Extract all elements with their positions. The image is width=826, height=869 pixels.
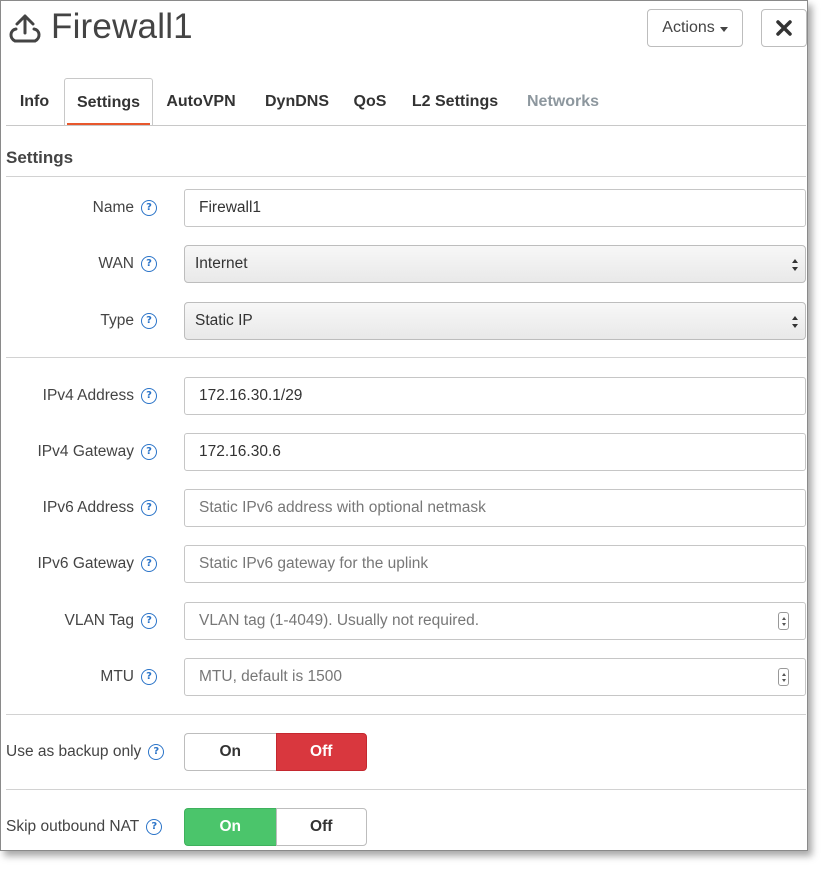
skip-nat-toggle: On Off [184, 808, 367, 846]
spinner-down-icon [781, 622, 786, 626]
ipv4-gateway-label-text: IPv4 Gateway [37, 443, 135, 460]
dialog-header: Firewall1 Actions [1, 1, 807, 63]
type-select[interactable]: Static IP [184, 302, 806, 340]
mtu-input[interactable]: MTU, default is 1500 [184, 658, 806, 696]
help-icon[interactable]: ? [141, 669, 157, 685]
ipv6-gateway-label-text: IPv6 Gateway [37, 555, 135, 572]
tab-dyndns[interactable]: DynDNS [257, 78, 337, 126]
divider [6, 714, 806, 715]
mtu-label-text: MTU [100, 668, 134, 685]
wan-label-text: WAN [98, 255, 134, 272]
help-icon[interactable]: ? [141, 556, 157, 572]
section-title: Settings [6, 148, 74, 167]
actions-dropdown-button[interactable]: Actions [647, 9, 743, 47]
number-spinner[interactable] [778, 668, 789, 686]
tab-bar: Info Settings AutoVPN DynDNS QoS L2 Sett… [7, 78, 807, 126]
ipv6-gateway-input[interactable]: Static IPv6 gateway for the uplink [184, 545, 806, 583]
ipv4-gateway-label: IPv4 Gateway ? [37, 433, 157, 471]
tab-autovpn[interactable]: AutoVPN [157, 78, 245, 126]
help-icon[interactable]: ? [141, 500, 157, 516]
tab-info[interactable]: Info [7, 78, 62, 126]
skip-nat-label: Skip outbound NAT ? [6, 808, 163, 846]
help-icon[interactable]: ? [146, 819, 163, 835]
backup-only-on-button[interactable]: On [184, 733, 276, 771]
wan-select-value: Internet [195, 255, 248, 272]
backup-only-label-text: Use as backup only [6, 743, 142, 760]
mtu-label: MTU ? [100, 658, 157, 696]
help-icon[interactable]: ? [141, 313, 157, 329]
vlan-tag-input[interactable]: VLAN tag (1-4049). Usually not required. [184, 602, 806, 640]
wan-label: WAN ? [98, 245, 157, 283]
tab-settings[interactable]: Settings [64, 78, 153, 126]
select-arrows-icon [792, 259, 798, 271]
mtu-placeholder: MTU, default is 1500 [199, 668, 343, 685]
close-button[interactable] [761, 9, 807, 47]
caret-down-icon [719, 26, 728, 32]
ipv6-address-label: IPv6 Address ? [43, 489, 157, 527]
wan-select[interactable]: Internet [184, 245, 806, 283]
backup-only-label: Use as backup only ? [6, 733, 165, 771]
close-icon [776, 20, 792, 36]
skip-nat-label-text: Skip outbound NAT [6, 818, 140, 835]
help-icon[interactable]: ? [141, 256, 157, 272]
vlan-tag-placeholder: VLAN tag (1-4049). Usually not required. [199, 612, 480, 629]
type-select-value: Static IP [195, 312, 253, 329]
ipv4-address-input[interactable]: 172.16.30.1/29 [184, 377, 806, 415]
tab-divider [6, 125, 806, 126]
firewall-settings-dialog: Firewall1 Actions Info Settings AutoVPN … [0, 0, 808, 851]
ipv4-address-label-text: IPv4 Address [42, 387, 134, 404]
type-label-text: Type [100, 312, 134, 329]
tab-qos[interactable]: QoS [347, 78, 393, 126]
tab-networks: Networks [526, 93, 600, 110]
spinner-up-icon [781, 616, 786, 620]
help-icon[interactable]: ? [141, 444, 157, 460]
divider [6, 357, 806, 358]
help-icon[interactable]: ? [148, 744, 165, 760]
skip-nat-off-button[interactable]: Off [275, 808, 367, 846]
name-input[interactable]: Firewall1 [184, 189, 806, 227]
ipv6-address-label-text: IPv6 Address [42, 499, 134, 516]
page-title: Firewall1 [51, 7, 193, 46]
actions-label: Actions [662, 19, 715, 36]
type-label: Type ? [100, 302, 157, 340]
divider [6, 789, 806, 790]
skip-nat-on-button[interactable]: On [184, 808, 276, 846]
ipv4-gateway-input[interactable]: 172.16.30.6 [184, 433, 806, 471]
name-label: Name ? [93, 189, 157, 227]
vlan-tag-label: VLAN Tag ? [64, 602, 157, 640]
ipv4-address-label: IPv4 Address ? [43, 377, 157, 415]
backup-only-off-button[interactable]: Off [275, 733, 367, 771]
uplink-icon [9, 14, 41, 43]
name-label-text: Name [92, 199, 134, 216]
spinner-down-icon [781, 678, 786, 682]
vlan-tag-label-text: VLAN Tag [64, 612, 134, 629]
help-icon[interactable]: ? [141, 613, 157, 629]
tab-l2-settings[interactable]: L2 Settings [405, 78, 505, 126]
ipv6-address-input[interactable]: Static IPv6 address with optional netmas… [184, 489, 806, 527]
help-icon[interactable]: ? [141, 388, 157, 404]
ipv6-gateway-label: IPv6 Gateway ? [37, 545, 157, 583]
spinner-up-icon [781, 672, 786, 676]
section-divider [6, 176, 806, 177]
backup-only-toggle: On Off [184, 733, 367, 771]
number-spinner[interactable] [778, 612, 789, 630]
help-icon[interactable]: ? [141, 200, 157, 216]
select-arrows-icon [792, 316, 798, 328]
